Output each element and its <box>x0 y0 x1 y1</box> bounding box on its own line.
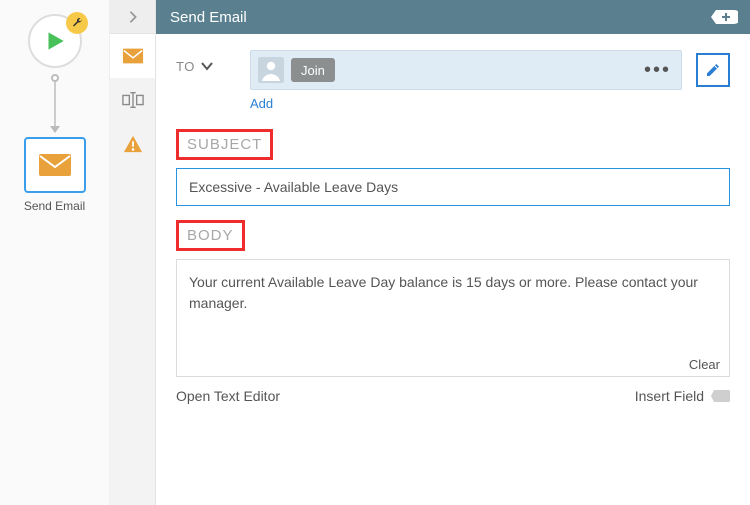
pencil-icon <box>705 62 721 78</box>
subject-label: SUBJECT <box>187 136 262 153</box>
panel-header: Send Email <box>156 0 750 34</box>
text-field-icon <box>122 90 144 110</box>
rail-tab-email[interactable] <box>110 34 155 78</box>
recipient-chip-area[interactable]: Join ••• <box>250 50 682 90</box>
send-email-node-label: Send Email <box>24 199 85 213</box>
recipient-chip[interactable]: Join <box>291 58 335 82</box>
warning-icon <box>122 134 144 154</box>
add-recipient-link[interactable]: Add <box>250 96 273 111</box>
subject-input[interactable] <box>176 168 730 206</box>
clear-body-link[interactable]: Clear <box>689 357 720 372</box>
to-label: TO <box>176 59 195 74</box>
avatar-icon <box>257 56 285 84</box>
to-expand[interactable] <box>201 58 213 74</box>
play-icon <box>42 28 68 54</box>
body-highlight-box: BODY <box>176 220 245 251</box>
send-email-node[interactable] <box>24 137 86 193</box>
edit-recipients-button[interactable] <box>696 53 730 87</box>
chevron-down-icon <box>201 61 213 71</box>
wrench-icon <box>71 17 83 29</box>
insert-field-link[interactable]: Insert Field <box>635 388 730 404</box>
start-node[interactable] <box>28 14 82 68</box>
envelope-icon <box>38 153 72 177</box>
panel-title: Send Email <box>170 9 710 26</box>
tag-plus-icon <box>710 8 738 26</box>
envelope-icon <box>122 46 144 66</box>
field-tag-icon <box>710 389 730 403</box>
collapse-button[interactable] <box>110 0 155 34</box>
recipient-chip-label: Join <box>301 63 325 78</box>
details-panel: Send Email TO <box>156 0 750 505</box>
open-text-editor-link[interactable]: Open Text Editor <box>176 388 280 404</box>
body-label: BODY <box>187 227 234 244</box>
side-rail <box>110 0 156 505</box>
subject-highlight-box: SUBJECT <box>176 129 273 160</box>
wrench-badge[interactable] <box>66 12 88 34</box>
tag-add-button[interactable] <box>710 8 738 26</box>
body-textarea[interactable] <box>176 259 730 377</box>
workflow-canvas: Send Email <box>0 0 110 505</box>
rail-tab-field[interactable] <box>110 78 155 122</box>
insert-field-label: Insert Field <box>635 388 704 404</box>
connector-line <box>50 74 60 133</box>
chevron-right-icon <box>128 10 138 24</box>
more-recipients-button[interactable]: ••• <box>640 59 675 82</box>
rail-tab-warning[interactable] <box>110 122 155 166</box>
